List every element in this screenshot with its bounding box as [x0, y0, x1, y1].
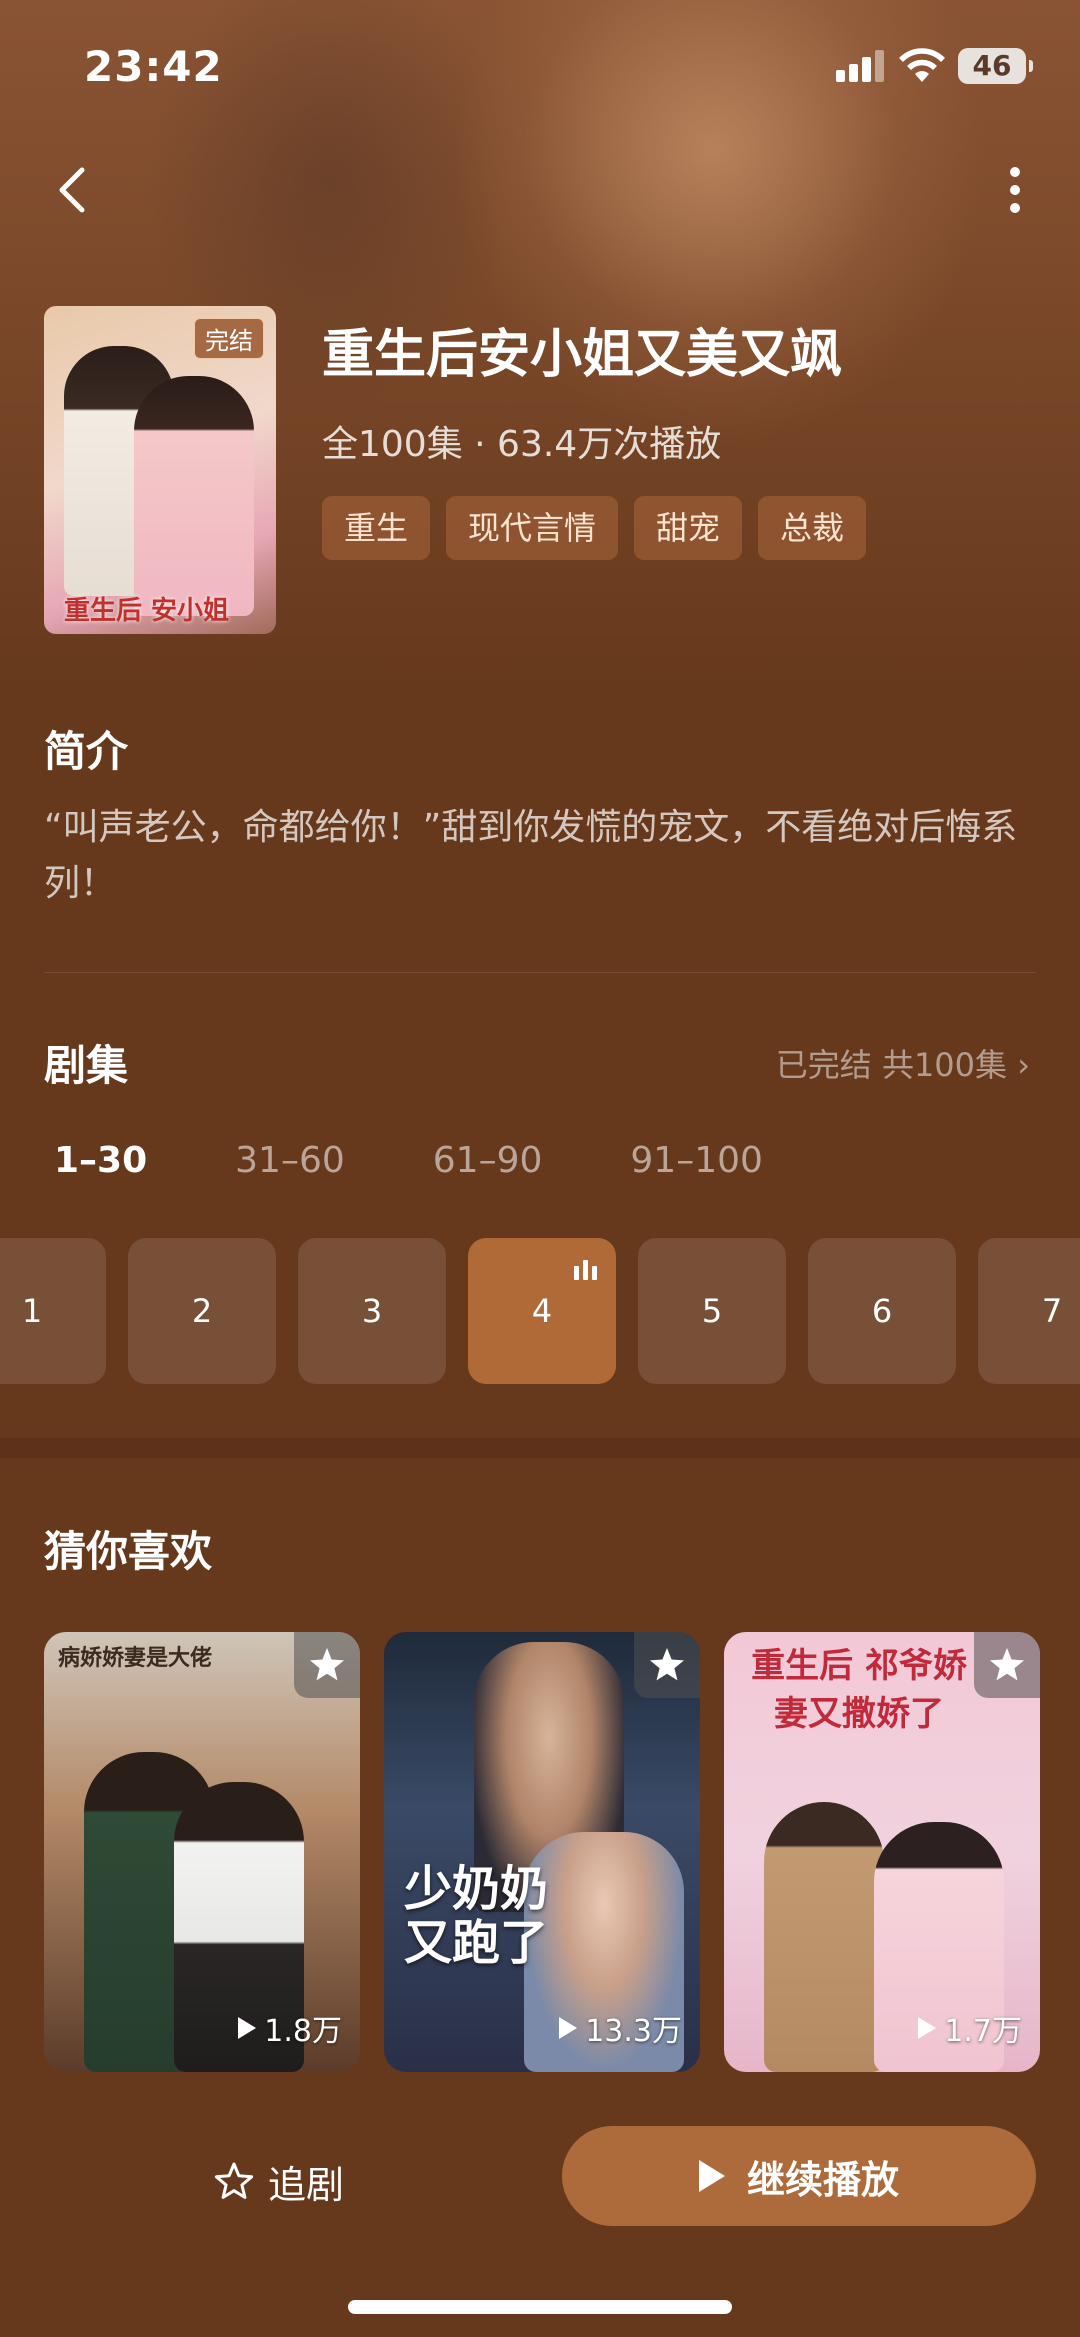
cover-figure — [764, 1802, 884, 2072]
drama-meta: 全100集 · 63.4万次播放 — [322, 424, 722, 465]
continue-play-button[interactable]: 继续播放 — [562, 2126, 1036, 2226]
episode-range-tabs: 1–30 31–60 61–90 91–100 — [54, 1140, 851, 1181]
tag[interactable]: 现代言情 — [446, 496, 619, 560]
recommend-card[interactable]: 重生后 祁爷娇妻又撒娇了 1.7万 — [724, 1632, 1040, 2072]
poster-title: 重生后 安小姐 — [64, 596, 230, 626]
tag-list: 重生 现代言情 甜宠 总裁 — [322, 496, 867, 560]
drama-poster[interactable]: 重生后 安小姐 完结 — [44, 306, 276, 634]
play-count-value: 1.7万 — [944, 2014, 1022, 2049]
play-count: 13.3万 — [559, 2006, 682, 2050]
completed-badge: 完结 — [194, 318, 264, 359]
star-icon[interactable] — [974, 1632, 1040, 1698]
play-count-value: 1.8万 — [264, 2014, 342, 2049]
cover-title: 重生后 祁爷娇妻又撒娇了 — [751, 1646, 967, 1734]
tag[interactable]: 总裁 — [758, 496, 867, 560]
tab-range-61-90[interactable]: 61–90 — [433, 1140, 543, 1181]
cellular-signal-icon — [836, 50, 884, 82]
status-time: 23:42 — [84, 42, 223, 91]
tab-range-1-30[interactable]: 1–30 — [54, 1140, 147, 1181]
star-icon[interactable] — [294, 1632, 360, 1698]
poster-figure — [134, 376, 254, 616]
home-indicator[interactable] — [348, 2300, 732, 2314]
drama-title: 重生后安小姐又美又飒 — [322, 325, 843, 385]
episode-button[interactable]: 3 — [298, 1238, 446, 1384]
bottom-action-bar: 追剧 继续播放 — [0, 2110, 1080, 2250]
episode-button-current[interactable]: 4 — [468, 1238, 616, 1384]
episodes-summary-link[interactable]: 已完结 共100集 › — [776, 1040, 1030, 1086]
more-options-icon[interactable] — [1000, 160, 1030, 220]
status-bar: 23:42 46 — [0, 0, 1080, 130]
episode-button[interactable]: 6 — [808, 1238, 956, 1384]
cover-title: 少奶奶又跑了 — [404, 1861, 549, 1971]
tab-range-31-60[interactable]: 31–60 — [235, 1140, 345, 1181]
back-arrow-icon[interactable] — [48, 160, 98, 220]
battery-icon: 46 — [958, 48, 1033, 84]
tab-range-91-100[interactable]: 91–100 — [630, 1140, 763, 1181]
recommend-list: 病娇娇妻是大佬 1.8万 少奶奶又跑了 13.3万 重生后 祁爷娇妻又撒娇了 1… — [44, 1632, 1040, 2072]
play-count-value: 13.3万 — [585, 2014, 682, 2049]
recommend-heading: 猜你喜欢 — [44, 1527, 213, 1576]
episode-button[interactable]: 5 — [638, 1238, 786, 1384]
episodes-heading: 剧集 — [44, 1041, 129, 1090]
episode-button[interactable]: 7 — [978, 1238, 1080, 1384]
star-icon[interactable] — [634, 1632, 700, 1698]
tag[interactable]: 重生 — [322, 496, 431, 560]
continue-play-label: 继续播放 — [746, 2157, 899, 2202]
episode-button[interactable]: 2 — [128, 1238, 276, 1384]
episode-list: 1 2 3 4 5 6 7 — [0, 1238, 1080, 1384]
wifi-icon — [899, 48, 945, 82]
play-icon — [238, 2017, 257, 2039]
play-count: 1.8万 — [238, 2006, 342, 2050]
tag[interactable]: 甜宠 — [634, 496, 743, 560]
episode-button[interactable]: 1 — [0, 1238, 106, 1384]
recommend-card[interactable]: 病娇娇妻是大佬 1.8万 — [44, 1632, 360, 2072]
divider — [44, 972, 1036, 973]
section-separator — [0, 1438, 1080, 1458]
play-icon — [918, 2017, 937, 2039]
play-count: 1.7万 — [918, 2006, 1022, 2050]
play-icon — [559, 2017, 578, 2039]
play-icon — [698, 2160, 725, 2192]
follow-label: 追剧 — [268, 2162, 345, 2207]
synopsis-heading: 简介 — [44, 727, 129, 776]
recommend-card[interactable]: 少奶奶又跑了 13.3万 — [384, 1632, 700, 2072]
synopsis-text: “叫声老公，命都给你！”甜到你发慌的宠文，不看绝对后悔系列！ — [44, 807, 1018, 904]
episode-number: 4 — [531, 1292, 553, 1330]
star-outline-icon — [214, 2162, 254, 2199]
now-playing-icon — [574, 1260, 598, 1280]
cover-title: 病娇娇妻是大佬 — [58, 1646, 213, 1671]
follow-button[interactable]: 追剧 — [214, 2146, 344, 2216]
